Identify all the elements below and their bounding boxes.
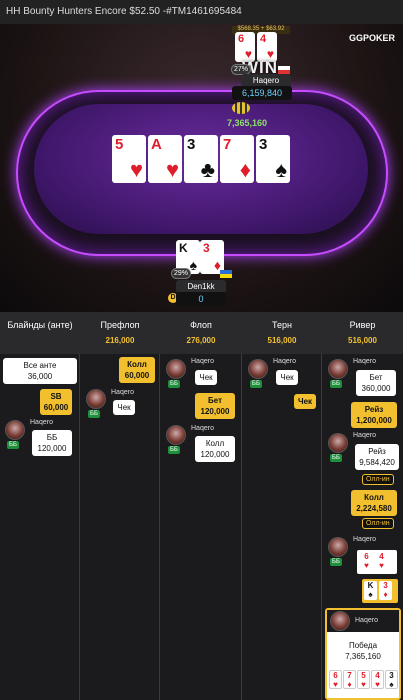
check-bubble-turn-2: Чек [294, 394, 316, 409]
board-card-4: 7 ♦ [220, 135, 254, 183]
bet-bubble-flop: Бет 120,000 [195, 393, 235, 419]
player-name: Haqero [30, 419, 53, 426]
avatar-haqero [330, 611, 350, 631]
bb-tag: ББ [250, 380, 262, 388]
shown-card: 4 ♥ [375, 552, 388, 571]
bb-bubble: ББ 120,000 [32, 430, 72, 456]
window-title: HH Bounty Hunters Encore $52.50 -#TM1461… [0, 0, 403, 24]
win-card: 5 ♥ [357, 670, 370, 689]
check-bubble-preflop: Чек [113, 400, 135, 415]
avatar-haqero [328, 433, 348, 453]
raise-bubble-river-1: Рейз 1,200,000 [351, 402, 397, 428]
win-amount: Победа 7,365,160 [345, 641, 381, 661]
pot-turn: 516,000 [267, 336, 297, 345]
bb-tag: ББ [168, 446, 180, 454]
check-bubble-turn-1: Чек [276, 370, 298, 385]
pot-amount: 7,365,160 [227, 118, 268, 128]
ante-bubble: Все анте 36,000 [3, 358, 77, 384]
win-card: 4 ♥ [371, 670, 384, 689]
player-name: Haqero [353, 536, 376, 543]
bb-tag: ББ [330, 380, 342, 388]
board-card-1: 5 ♥ [112, 135, 146, 183]
call-bubble-flop: Колл 120,000 [195, 436, 235, 462]
allin-badge-1: Олл-ин [362, 474, 394, 485]
bb-tag: ББ [88, 410, 100, 418]
hero-equity: 29% [171, 268, 192, 279]
hero-stack: 0 [176, 292, 226, 306]
bb-tag: ББ [7, 441, 19, 449]
ggpoker-logo: GGPOKER [348, 33, 395, 43]
avatar-haqero [248, 359, 268, 379]
bet-bubble-river: Бет 360,000 [356, 370, 396, 396]
avatar-haqero [166, 359, 186, 379]
poland-flag-icon [278, 66, 290, 74]
board-card-3: 3 ♣ [184, 135, 218, 183]
hero-card-2: 3 ♦ [200, 240, 224, 274]
street-header-river: Ривер [349, 320, 376, 330]
street-header-blinds: Блайнды (анте) [7, 320, 73, 330]
bb-tag: ББ [330, 558, 342, 566]
pot-preflop: 216,000 [105, 336, 135, 345]
allin-badge-2: Олл-ин [362, 518, 394, 529]
winner-name: Haqero [355, 617, 378, 624]
avatar-haqero [166, 425, 186, 445]
check-bubble-flop: Чек [195, 370, 217, 385]
player-name: Haqero [273, 358, 296, 365]
player-name: Haqero [353, 432, 376, 439]
player-name: Haqero [353, 358, 376, 365]
win-card: 3 ♠ [385, 670, 398, 689]
avatar-haqero [86, 389, 106, 409]
board-card-2: A ♥ [148, 135, 182, 183]
street-header-bar [0, 312, 403, 354]
pot-chips-icon [232, 102, 250, 114]
win-card: 6 ♥ [329, 670, 342, 689]
avatar-haqero [5, 420, 25, 440]
win-card: 7 ♦ [343, 670, 356, 689]
street-header-turn: Терн [272, 320, 292, 330]
pot-river: 516,000 [348, 336, 377, 345]
call-bubble-preflop: Колл 60,000 [119, 357, 155, 383]
ukraine-flag-icon [220, 270, 232, 278]
winner-panel: Haqero Победа 7,365,160 6 ♥ 7 ♦ 5 ♥ 4 ♥ 3 ♠ [325, 608, 401, 700]
pot-flop: 276,000 [186, 336, 216, 345]
shown-card: 3 ♦ [379, 581, 392, 600]
poker-table-view: GGPOKER $568.35 + $63.92 6 ♥ 4 ♥ WIN 27% H… [0, 24, 403, 312]
player-name: Haqero [111, 389, 134, 396]
bb-tag: ББ [168, 380, 180, 388]
player-name: Haqero [191, 425, 214, 432]
raise-bubble-river-2: Рейз 9,584,420 [355, 444, 399, 470]
call-bubble-river: Колл 2,224,580 [351, 490, 397, 516]
street-header-flop: Флоп [190, 320, 212, 330]
player-name: Haqero [191, 358, 214, 365]
avatar-haqero [328, 537, 348, 557]
shown-card: 6 ♥ [360, 552, 373, 571]
bb-tag: ББ [330, 454, 342, 462]
shown-card: K ♠ [364, 581, 377, 600]
board-card-5: 3 ♠ [256, 135, 290, 183]
street-header-preflop: Префлоп [100, 320, 140, 330]
sb-bubble: SB 60,000 [40, 389, 72, 415]
villain-stack: 6,159,840 [232, 86, 292, 100]
avatar-haqero [328, 359, 348, 379]
